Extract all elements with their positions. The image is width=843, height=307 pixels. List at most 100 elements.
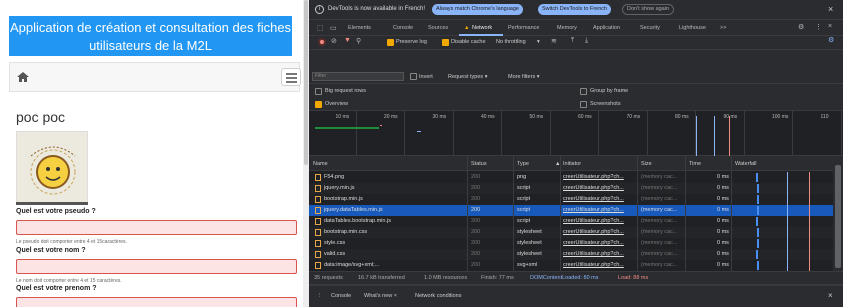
tab-performance[interactable]: Performance bbox=[508, 25, 540, 31]
settings-gear-icon[interactable]: ⚙ bbox=[798, 23, 804, 31]
tab-memory[interactable]: Memory bbox=[557, 25, 577, 31]
timeline-request-bar bbox=[380, 125, 382, 126]
waterfall-marker bbox=[787, 205, 788, 216]
drawer-tab-console[interactable]: Console bbox=[331, 293, 351, 299]
more-tabs-button[interactable]: >> bbox=[720, 25, 726, 31]
network-options bbox=[309, 84, 843, 111]
match-language-button[interactable]: Always match Chrome's language bbox=[432, 4, 523, 15]
tab-console[interactable]: Console bbox=[393, 25, 413, 31]
page-scrollbar-thumb[interactable] bbox=[304, 0, 308, 165]
tab-lighthouse[interactable]: Lighthouse bbox=[679, 25, 706, 31]
network-settings-icon[interactable]: ⚙ bbox=[828, 36, 834, 44]
screenshots-checkbox[interactable] bbox=[580, 101, 587, 108]
close-devtools-icon[interactable]: × bbox=[828, 23, 832, 30]
request-size: (memory cac... bbox=[641, 240, 678, 246]
table-header: Name Status Type ▲ Initiator Size Time W… bbox=[309, 156, 833, 171]
drawer-tab-whats-new[interactable]: What's new × bbox=[364, 293, 397, 299]
overview-timeline[interactable]: 10 ms 20 ms 30 ms 40 ms 50 ms 60 ms 70 ms 80 ms… bbox=[309, 111, 843, 156]
col-size[interactable]: Size bbox=[641, 161, 652, 167]
record-icon[interactable] bbox=[318, 38, 326, 46]
column-separator[interactable] bbox=[513, 156, 514, 271]
table-row[interactable]: data:image/svg+xml;... 200 svg+xml creerUti… bbox=[309, 260, 833, 271]
disable-cache-checkbox[interactable] bbox=[442, 39, 449, 46]
column-separator[interactable] bbox=[467, 156, 468, 271]
filter-icon[interactable]: ▼ bbox=[344, 37, 351, 44]
search-icon[interactable]: ⚲ bbox=[356, 37, 361, 45]
nom-label: Quel est votre nom ? bbox=[16, 247, 86, 254]
big-request-rows-checkbox[interactable] bbox=[315, 88, 322, 95]
switch-french-button[interactable]: Switch DevTools to French bbox=[538, 4, 612, 15]
more-filters-dropdown[interactable]: More filters ▾ bbox=[508, 74, 540, 80]
col-status[interactable]: Status bbox=[471, 161, 487, 167]
table-row[interactable]: bootstrap.min.css 200 stylesheet creerUtili… bbox=[309, 227, 833, 238]
request-types-dropdown[interactable]: Request types ▾ bbox=[448, 74, 487, 80]
devtools-panel: i DevTools is now available in French! A… bbox=[309, 0, 843, 307]
col-type[interactable]: Type bbox=[517, 161, 529, 167]
column-separator[interactable] bbox=[685, 156, 686, 271]
dont-show-again-button[interactable]: Don't show again bbox=[622, 4, 675, 15]
inspect-icon[interactable]: ⬚ bbox=[317, 24, 324, 32]
column-separator[interactable] bbox=[560, 156, 561, 271]
home-icon[interactable] bbox=[16, 70, 30, 84]
table-row[interactable]: valid.css 200 stylesheet creerUtilisateur.p… bbox=[309, 249, 833, 260]
col-time[interactable]: Time bbox=[689, 161, 701, 167]
throttling-select[interactable]: No throttling bbox=[496, 39, 526, 45]
tab-network[interactable]: Network bbox=[472, 25, 492, 31]
menu-toggle-button[interactable] bbox=[281, 68, 301, 86]
clear-icon[interactable]: ⊘ bbox=[331, 37, 337, 45]
waterfall-marker bbox=[787, 216, 788, 227]
request-type: script bbox=[517, 185, 531, 191]
col-waterfall[interactable]: Waterfall bbox=[735, 161, 757, 167]
app-header-line1: Application de création et consultation … bbox=[9, 20, 292, 35]
upload-icon[interactable]: ⤒ bbox=[571, 37, 574, 45]
nom-input[interactable] bbox=[16, 259, 297, 274]
more-options-icon[interactable]: ⋮ bbox=[815, 23, 822, 31]
screenshots-label: Screenshots bbox=[590, 101, 621, 107]
table-row[interactable]: F54.png 200 png creerUtilisateur.php?ch... (… bbox=[309, 172, 833, 183]
chevron-down-icon[interactable]: ▾ bbox=[537, 39, 540, 45]
close-icon[interactable]: × bbox=[828, 4, 833, 14]
preserve-log-checkbox[interactable] bbox=[387, 39, 394, 46]
info-icon: i bbox=[315, 5, 324, 14]
group-by-frame-checkbox[interactable] bbox=[580, 88, 587, 95]
column-separator[interactable] bbox=[731, 156, 732, 271]
timeline-gridline bbox=[840, 111, 842, 156]
request-initiator: creerUtilisateur.php?ch... bbox=[563, 240, 624, 246]
table-row[interactable]: jquery.dataTables.min.js 200 script creerUt… bbox=[309, 205, 833, 216]
timeline-tick-label: 30 ms bbox=[432, 114, 447, 120]
network-conditions-icon[interactable]: ≋ bbox=[551, 37, 557, 45]
table-row[interactable]: style.css 200 stylesheet creerUtilisateur.p… bbox=[309, 238, 833, 249]
column-separator[interactable] bbox=[637, 156, 638, 271]
timeline-tick-label: 50 ms bbox=[529, 114, 544, 120]
device-toolbar-icon[interactable]: ▭ bbox=[330, 24, 337, 32]
invert-checkbox[interactable] bbox=[410, 73, 417, 80]
pseudo-input[interactable] bbox=[16, 220, 297, 235]
navbar bbox=[9, 62, 301, 92]
col-initiator[interactable]: Initiator bbox=[563, 161, 581, 167]
timeline-tick-label: 110 bbox=[820, 114, 829, 120]
timeline-gridline bbox=[598, 111, 599, 156]
download-icon[interactable]: ⤓ bbox=[585, 37, 588, 45]
filter-input[interactable]: Filter bbox=[312, 72, 404, 81]
drawer-tab-network-conditions[interactable]: Network conditions bbox=[415, 293, 461, 299]
close-drawer-icon[interactable]: × bbox=[828, 291, 833, 300]
app-page: Application de création et consultation … bbox=[0, 0, 303, 307]
tab-elements[interactable]: Elements bbox=[348, 25, 371, 31]
table-scrollbar-thumb[interactable] bbox=[835, 165, 841, 268]
overview-checkbox[interactable] bbox=[315, 101, 322, 108]
request-time: 0 ms bbox=[717, 207, 729, 213]
col-name[interactable]: Name bbox=[313, 161, 328, 167]
table-row[interactable]: dataTables.bootstrap.min.js 200 script cree… bbox=[309, 216, 833, 227]
timeline-gridline bbox=[743, 111, 745, 156]
tab-sources[interactable]: Sources bbox=[428, 25, 448, 31]
tab-application[interactable]: Application bbox=[593, 25, 620, 31]
request-size: (memory cac... bbox=[641, 185, 678, 191]
drawer-menu-icon[interactable]: ⋮ bbox=[317, 293, 323, 299]
table-row[interactable]: jquery.min.js 200 script creerUtilisateur.p… bbox=[309, 183, 833, 194]
prenom-input[interactable] bbox=[16, 297, 297, 307]
request-type: script bbox=[517, 196, 531, 202]
file-type-icon bbox=[315, 185, 321, 192]
table-row[interactable]: bootstrap.min.js 200 script creerUtilisateu… bbox=[309, 194, 833, 205]
waterfall-marker bbox=[809, 260, 810, 271]
tab-security[interactable]: Security bbox=[640, 25, 660, 31]
